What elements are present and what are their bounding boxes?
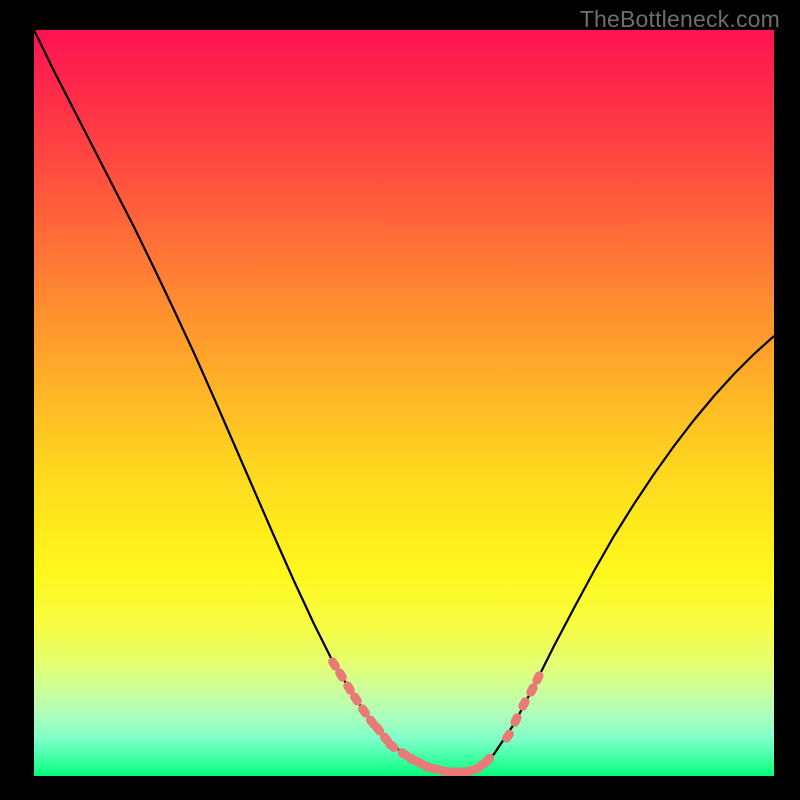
highlight-markers [326,656,545,776]
chart-svg [34,30,774,776]
bottleneck-curve [34,30,774,772]
plot-area [34,30,774,776]
marker-dot [517,696,532,713]
watermark-text: TheBottleneck.com [580,6,780,33]
chart-frame: TheBottleneck.com [0,0,800,800]
marker-dot [509,712,523,729]
